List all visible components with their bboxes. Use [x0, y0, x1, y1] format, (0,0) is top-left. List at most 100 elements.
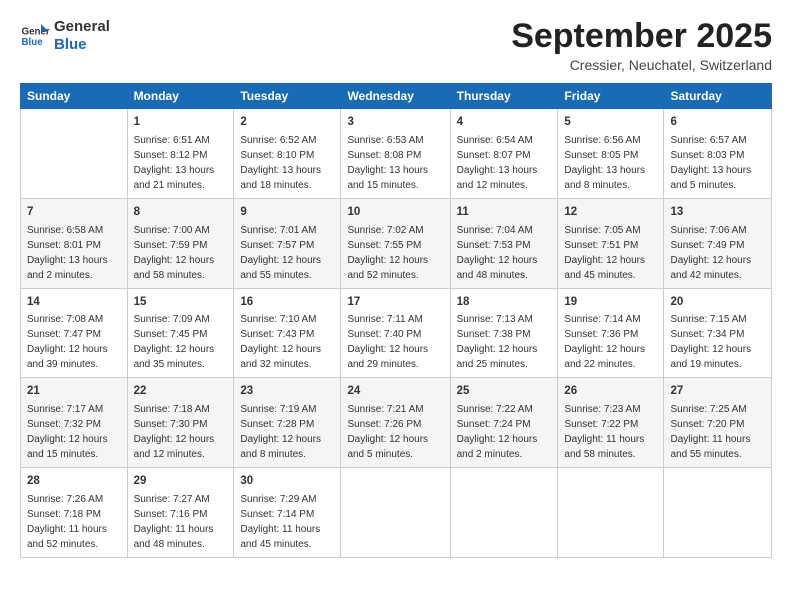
day-number: 26: [564, 383, 657, 400]
day-cell: [341, 468, 450, 558]
day-number: 12: [564, 204, 657, 221]
calendar-table: SundayMondayTuesdayWednesdayThursdayFrid…: [20, 83, 772, 557]
month-title: September 2025: [511, 18, 772, 55]
week-row-4: 21 Sunrise: 7:17 AM Sunset: 7:32 PM Dayli…: [21, 378, 772, 468]
day-info: Sunrise: 7:02 AM Sunset: 7:55 PM Dayligh…: [347, 223, 443, 283]
day-cell: 26 Sunrise: 7:23 AM Sunset: 7:22 PM Dayli…: [558, 378, 664, 468]
day-info: Sunrise: 7:25 AM Sunset: 7:20 PM Dayligh…: [670, 402, 765, 462]
day-info: Sunrise: 7:17 AM Sunset: 7:32 PM Dayligh…: [27, 402, 121, 462]
logo-icon: General Blue: [20, 21, 50, 51]
day-cell: 4Sunrise: 6:54 AM Sunset: 8:07 PM Daylig…: [450, 109, 558, 199]
day-info: Sunrise: 7:26 AM Sunset: 7:18 PM Dayligh…: [27, 492, 121, 552]
header-cell-tuesday: Tuesday: [234, 84, 341, 109]
week-row-2: 7 Sunrise: 6:58 AM Sunset: 8:01 PM Daylig…: [21, 199, 772, 289]
day-cell: 7 Sunrise: 6:58 AM Sunset: 8:01 PM Daylig…: [21, 199, 128, 289]
day-number: 21: [27, 383, 121, 400]
day-number: 6: [670, 114, 765, 131]
title-area: September 2025 Cressier, Neuchatel, Swit…: [511, 18, 772, 73]
day-info: Sunrise: 7:13 AM Sunset: 7:38 PM Dayligh…: [457, 312, 552, 372]
day-info: Sunrise: 7:04 AM Sunset: 7:53 PM Dayligh…: [457, 223, 552, 283]
day-cell: 11Sunrise: 7:04 AM Sunset: 7:53 PM Dayli…: [450, 199, 558, 289]
day-cell: 5 Sunrise: 6:56 AM Sunset: 8:05 PM Daylig…: [558, 109, 664, 199]
day-number: 9: [240, 204, 334, 221]
day-number: 20: [670, 294, 765, 311]
day-cell: 21 Sunrise: 7:17 AM Sunset: 7:32 PM Dayli…: [21, 378, 128, 468]
day-info: Sunrise: 7:22 AM Sunset: 7:24 PM Dayligh…: [457, 402, 552, 462]
day-info: Sunrise: 6:53 AM Sunset: 8:08 PM Dayligh…: [347, 133, 443, 193]
header-row: SundayMondayTuesdayWednesdayThursdayFrid…: [21, 84, 772, 109]
week-row-3: 14Sunrise: 7:08 AM Sunset: 7:47 PM Dayli…: [21, 288, 772, 378]
day-cell: 13Sunrise: 7:06 AM Sunset: 7:49 PM Dayli…: [664, 199, 772, 289]
day-cell: 19Sunrise: 7:14 AM Sunset: 7:36 PM Dayli…: [558, 288, 664, 378]
day-info: Sunrise: 7:09 AM Sunset: 7:45 PM Dayligh…: [134, 312, 228, 372]
day-info: Sunrise: 7:06 AM Sunset: 7:49 PM Dayligh…: [670, 223, 765, 283]
day-cell: 12 Sunrise: 7:05 AM Sunset: 7:51 PM Dayli…: [558, 199, 664, 289]
day-number: 17: [347, 294, 443, 311]
day-number: 19: [564, 294, 657, 311]
day-cell: 24 Sunrise: 7:21 AM Sunset: 7:26 PM Dayli…: [341, 378, 450, 468]
day-cell: 22 Sunrise: 7:18 AM Sunset: 7:30 PM Dayli…: [127, 378, 234, 468]
day-number: 29: [134, 473, 228, 490]
day-info: Sunrise: 7:19 AM Sunset: 7:28 PM Dayligh…: [240, 402, 334, 462]
day-info: Sunrise: 7:11 AM Sunset: 7:40 PM Dayligh…: [347, 312, 443, 372]
subtitle: Cressier, Neuchatel, Switzerland: [511, 57, 772, 73]
day-number: 3: [347, 114, 443, 131]
page: General Blue General Blue September 2025…: [0, 0, 792, 612]
day-number: 5: [564, 114, 657, 131]
day-cell: 14Sunrise: 7:08 AM Sunset: 7:47 PM Dayli…: [21, 288, 128, 378]
day-info: Sunrise: 7:14 AM Sunset: 7:36 PM Dayligh…: [564, 312, 657, 372]
day-cell: [558, 468, 664, 558]
day-info: Sunrise: 7:23 AM Sunset: 7:22 PM Dayligh…: [564, 402, 657, 462]
day-number: 24: [347, 383, 443, 400]
day-info: Sunrise: 6:51 AM Sunset: 8:12 PM Dayligh…: [134, 133, 228, 193]
day-number: 16: [240, 294, 334, 311]
day-number: 2: [240, 114, 334, 131]
day-info: Sunrise: 7:08 AM Sunset: 7:47 PM Dayligh…: [27, 312, 121, 372]
day-info: Sunrise: 6:58 AM Sunset: 8:01 PM Dayligh…: [27, 223, 121, 283]
day-number: 30: [240, 473, 334, 490]
header-cell-monday: Monday: [127, 84, 234, 109]
day-cell: 10 Sunrise: 7:02 AM Sunset: 7:55 PM Dayli…: [341, 199, 450, 289]
day-cell: 2 Sunrise: 6:52 AM Sunset: 8:10 PM Daylig…: [234, 109, 341, 199]
day-info: Sunrise: 7:18 AM Sunset: 7:30 PM Dayligh…: [134, 402, 228, 462]
day-cell: 20Sunrise: 7:15 AM Sunset: 7:34 PM Dayli…: [664, 288, 772, 378]
header: General Blue General Blue September 2025…: [20, 18, 772, 73]
day-cell: 17Sunrise: 7:11 AM Sunset: 7:40 PM Dayli…: [341, 288, 450, 378]
day-cell: 23 Sunrise: 7:19 AM Sunset: 7:28 PM Dayli…: [234, 378, 341, 468]
day-info: Sunrise: 7:15 AM Sunset: 7:34 PM Dayligh…: [670, 312, 765, 372]
day-info: Sunrise: 7:05 AM Sunset: 7:51 PM Dayligh…: [564, 223, 657, 283]
day-number: 4: [457, 114, 552, 131]
day-cell: 8Sunrise: 7:00 AM Sunset: 7:59 PM Daylig…: [127, 199, 234, 289]
day-cell: [450, 468, 558, 558]
logo: General Blue General Blue: [20, 18, 110, 54]
day-cell: [21, 109, 128, 199]
header-cell-thursday: Thursday: [450, 84, 558, 109]
header-cell-friday: Friday: [558, 84, 664, 109]
week-row-5: 28Sunrise: 7:26 AM Sunset: 7:18 PM Dayli…: [21, 468, 772, 558]
header-cell-saturday: Saturday: [664, 84, 772, 109]
day-cell: 25Sunrise: 7:22 AM Sunset: 7:24 PM Dayli…: [450, 378, 558, 468]
day-cell: 9Sunrise: 7:01 AM Sunset: 7:57 PM Daylig…: [234, 199, 341, 289]
day-number: 1: [134, 114, 228, 131]
day-cell: 6Sunrise: 6:57 AM Sunset: 8:03 PM Daylig…: [664, 109, 772, 199]
day-number: 7: [27, 204, 121, 221]
day-cell: 30Sunrise: 7:29 AM Sunset: 7:14 PM Dayli…: [234, 468, 341, 558]
day-info: Sunrise: 6:52 AM Sunset: 8:10 PM Dayligh…: [240, 133, 334, 193]
day-number: 10: [347, 204, 443, 221]
day-cell: 18Sunrise: 7:13 AM Sunset: 7:38 PM Dayli…: [450, 288, 558, 378]
day-cell: 15Sunrise: 7:09 AM Sunset: 7:45 PM Dayli…: [127, 288, 234, 378]
day-info: Sunrise: 7:27 AM Sunset: 7:16 PM Dayligh…: [134, 492, 228, 552]
svg-text:Blue: Blue: [22, 37, 44, 48]
logo-line2: Blue: [54, 36, 110, 54]
day-info: Sunrise: 7:10 AM Sunset: 7:43 PM Dayligh…: [240, 312, 334, 372]
day-number: 27: [670, 383, 765, 400]
day-number: 15: [134, 294, 228, 311]
day-number: 23: [240, 383, 334, 400]
day-number: 22: [134, 383, 228, 400]
day-info: Sunrise: 7:21 AM Sunset: 7:26 PM Dayligh…: [347, 402, 443, 462]
day-cell: 29 Sunrise: 7:27 AM Sunset: 7:16 PM Dayli…: [127, 468, 234, 558]
logo-line1: General: [54, 18, 110, 36]
day-info: Sunrise: 6:56 AM Sunset: 8:05 PM Dayligh…: [564, 133, 657, 193]
svg-text:General: General: [22, 27, 51, 38]
header-cell-sunday: Sunday: [21, 84, 128, 109]
